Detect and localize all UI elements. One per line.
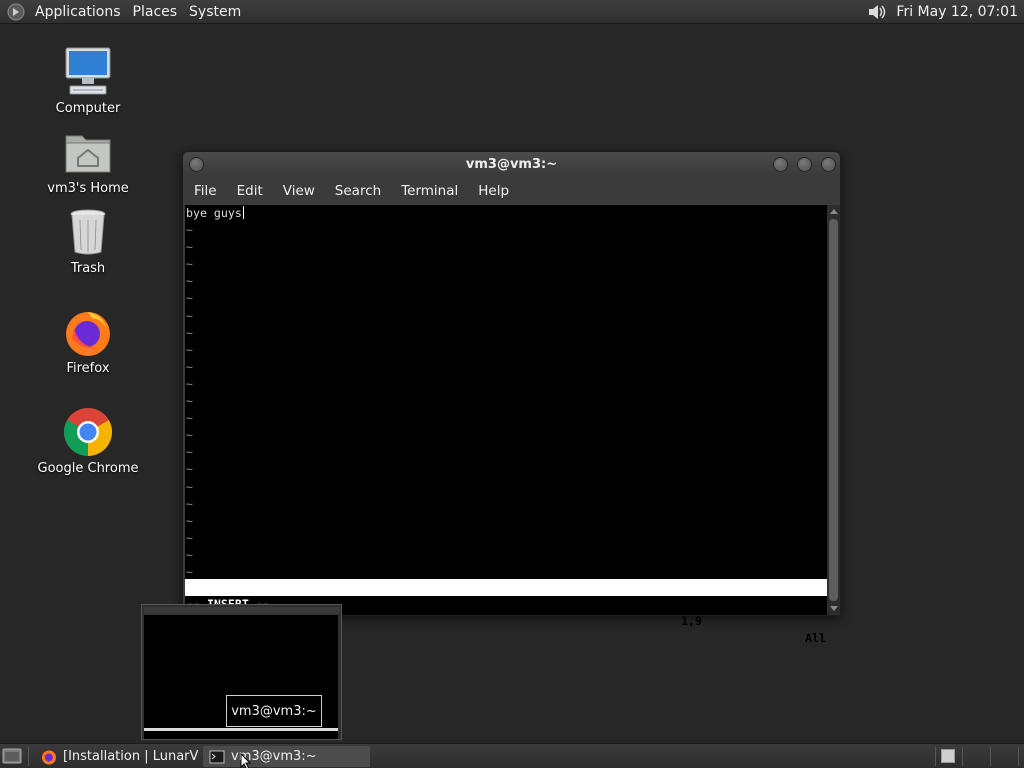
desktop-icon-home[interactable]: vm3's Home: [33, 126, 143, 196]
places-menu[interactable]: Places: [129, 4, 186, 20]
chrome-icon: [63, 408, 113, 456]
terminal-icon: [209, 750, 225, 763]
editor-line: bye guys: [186, 205, 244, 222]
clock[interactable]: Fri May 12, 07:01: [896, 4, 1024, 20]
taskbar-item-terminal[interactable]: vm3@vm3:~: [203, 746, 370, 767]
menu-view[interactable]: View: [273, 183, 325, 199]
desktop-icon-label: Google Chrome: [37, 461, 139, 476]
menu-edit[interactable]: Edit: [227, 183, 273, 199]
taskbar-label: [Installation | LunarV...: [63, 749, 198, 764]
empty-line-tilde: ~: [186, 325, 193, 340]
firefox-icon: [66, 312, 110, 356]
bottom-panel: [Installation | LunarV... vm3@vm3:~: [0, 743, 1024, 768]
window-titlebar[interactable]: vm3@vm3:~: [183, 152, 840, 177]
terminal-text-area[interactable]: bye guys ~~~~~~~~~~~~~~~~~~~~~ hello.c […: [185, 205, 827, 645]
empty-line-tilde: ~: [186, 530, 193, 545]
menu-file[interactable]: File: [184, 183, 227, 199]
empty-line-tilde: ~: [186, 411, 193, 426]
scrollbar-thumb[interactable]: [829, 219, 838, 601]
panel-separator: [962, 747, 963, 766]
show-desktop-icon[interactable]: [2, 747, 22, 765]
home-folder-icon: [65, 135, 111, 173]
empty-line-tilde: ~: [186, 462, 193, 477]
trash-icon: [70, 209, 106, 255]
vim-statusline: hello.c [+] 1,9 All: [185, 579, 827, 645]
terminal-menubar: File Edit View Search Terminal Help: [183, 177, 840, 205]
panel-separator: [990, 747, 991, 766]
close-button[interactable]: [821, 157, 836, 172]
distro-logo-icon[interactable]: [7, 3, 25, 21]
empty-line-tilde: ~: [186, 479, 193, 494]
empty-line-tilde: ~: [186, 513, 193, 528]
empty-line-tilde: ~: [186, 223, 193, 237]
firefox-icon: [42, 750, 56, 764]
panel-separator: [1018, 747, 1019, 766]
desktop-icon-label: Firefox: [66, 361, 110, 376]
preview-statusline: [144, 728, 338, 731]
taskbar-item-firefox[interactable]: [Installation | LunarV...: [35, 746, 198, 767]
window-menu-button[interactable]: [189, 157, 204, 172]
empty-line-tilde: ~: [186, 428, 193, 443]
terminal-window[interactable]: vm3@vm3:~ File Edit View Search Terminal…: [182, 151, 841, 645]
empty-line-tilde: ~: [186, 240, 193, 255]
workspace-1[interactable]: [941, 749, 955, 763]
volume-icon[interactable]: [866, 2, 888, 22]
window-title: vm3@vm3:~: [465, 157, 558, 172]
empty-line-tilde: ~: [186, 445, 193, 460]
scroll-up-icon[interactable]: [830, 209, 838, 214]
desktop-icon-label: vm3's Home: [47, 181, 129, 196]
desktop-icon-computer[interactable]: Computer: [33, 46, 143, 116]
empty-line-tilde: ~: [186, 291, 193, 306]
empty-line-tilde: ~: [186, 359, 193, 374]
menu-terminal[interactable]: Terminal: [391, 183, 468, 199]
terminal-scrollbar[interactable]: [827, 205, 840, 615]
empty-line-tilde: ~: [186, 342, 193, 357]
desktop-icon-chrome[interactable]: Google Chrome: [33, 406, 143, 476]
panel-separator: [28, 747, 29, 766]
window-tooltip: vm3@vm3:~: [226, 695, 322, 727]
empty-line-tilde: ~: [186, 257, 193, 272]
menu-help[interactable]: Help: [468, 183, 519, 199]
empty-line-tilde: ~: [186, 308, 193, 323]
scroll-down-icon[interactable]: [830, 606, 838, 611]
computer-icon: [65, 47, 111, 95]
status-position: 1,9: [681, 614, 702, 628]
panel-separator: [935, 747, 936, 766]
preview-menubar: [144, 607, 339, 614]
desktop-icon-label: Trash: [70, 261, 106, 276]
menu-search[interactable]: Search: [325, 183, 391, 199]
desktop-icon-label: Computer: [55, 101, 121, 116]
mouse-pointer-icon: [240, 753, 252, 768]
empty-line-tilde: ~: [186, 496, 193, 511]
maximize-button[interactable]: [797, 157, 812, 172]
editor-text: bye guys: [186, 206, 242, 220]
minimize-button[interactable]: [773, 157, 788, 172]
status-percent: All: [805, 631, 826, 645]
desktop-icon-firefox[interactable]: Firefox: [33, 306, 143, 376]
empty-line-tilde: ~: [186, 547, 193, 562]
empty-line-tilde: ~: [186, 394, 193, 408]
top-panel: Applications Places System Fri May 12, 0…: [0, 0, 1024, 24]
system-menu[interactable]: System: [185, 4, 249, 20]
applications-menu[interactable]: Applications: [31, 4, 129, 20]
text-cursor: [242, 206, 244, 219]
empty-line-tilde: ~: [186, 274, 193, 289]
desktop-icon-trash[interactable]: Trash: [33, 206, 143, 276]
empty-line-tilde: ~: [186, 376, 193, 391]
